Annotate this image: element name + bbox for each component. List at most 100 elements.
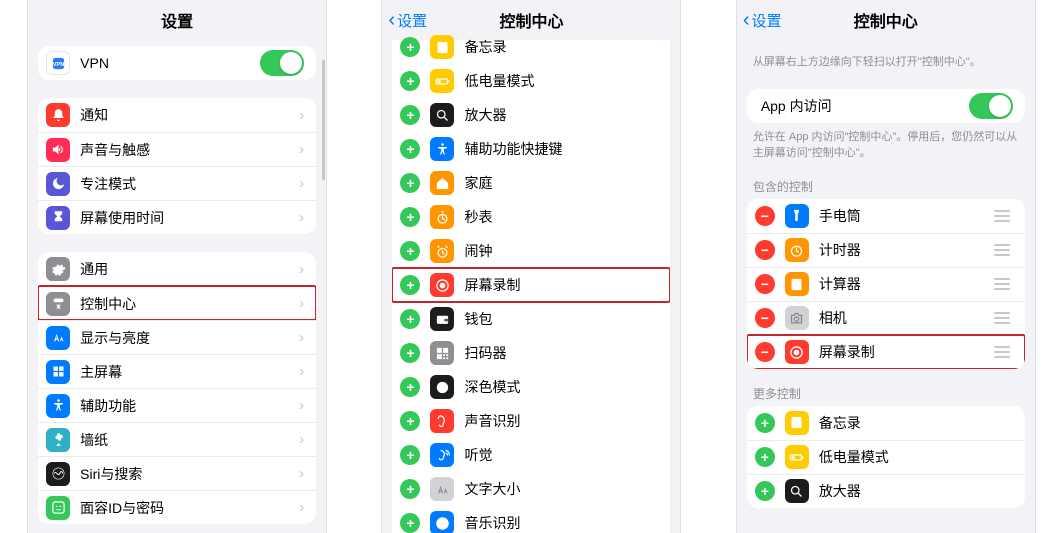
settings-row[interactable]: 声音与触感› (38, 132, 316, 166)
row-label: 放大器 (819, 481, 1013, 501)
timer-icon (785, 238, 809, 262)
reorder-handle[interactable] (991, 346, 1013, 358)
add-control-row: +放大器 (392, 98, 670, 132)
reorder-handle[interactable] (991, 210, 1013, 222)
add-button[interactable]: + (400, 173, 420, 193)
settings-row[interactable]: Siri与搜索› (38, 456, 316, 490)
chevron-right-icon: › (299, 363, 304, 380)
settings-row[interactable]: 通用› (38, 252, 316, 286)
add-button[interactable]: + (400, 343, 420, 363)
add-button[interactable]: + (400, 105, 420, 125)
add-control-row: + 扫码器 (392, 336, 670, 370)
vpn-icon (46, 51, 70, 75)
calc-icon (785, 272, 809, 296)
scroll-indicator[interactable] (322, 60, 325, 180)
hearing-icon (430, 443, 454, 467)
row-label: 控制中心 (80, 294, 299, 314)
add-button[interactable]: + (400, 513, 420, 533)
add-button[interactable]: + (400, 377, 420, 397)
row-label: 文字大小 (464, 479, 658, 499)
add-control-row: +深色模式 (392, 370, 670, 404)
add-button[interactable]: + (400, 309, 420, 329)
settings-row[interactable]: 辅助功能› (38, 388, 316, 422)
row-label: 通知 (80, 105, 299, 125)
row-label: 家庭 (464, 173, 658, 193)
row-label: 手电筒 (819, 206, 991, 226)
sound-icon (46, 138, 70, 162)
settings-row[interactable]: 主屏幕› (38, 354, 316, 388)
row-label: Siri与搜索 (80, 464, 299, 484)
add-button[interactable]: + (400, 479, 420, 499)
add-control-row: +钱包 (392, 302, 670, 336)
row-label: 辅助功能 (80, 396, 299, 416)
settings-row[interactable]: 墙纸› (38, 422, 316, 456)
add-control-row: + 家庭 (392, 166, 670, 200)
reorder-handle[interactable] (991, 244, 1013, 256)
shazam-icon (430, 511, 454, 533)
control-center-manage-screen: ‹ 设置 控制中心 从屏幕右上方边缘向下轻扫以打开"控制中心"。 App 内访问… (736, 0, 1036, 533)
row-label: 屏幕录制 (819, 342, 991, 362)
row-label: 屏幕录制 (464, 275, 658, 295)
add-button[interactable]: + (755, 481, 775, 501)
row-app-access[interactable]: App 内访问 (747, 89, 1025, 123)
app-access-toggle[interactable] (969, 93, 1013, 119)
row-label: 主屏幕 (80, 362, 299, 382)
settings-row[interactable]: 面容ID与密码› (38, 490, 316, 524)
add-control-row: +声音识别 (392, 404, 670, 438)
reorder-handle[interactable] (991, 312, 1013, 324)
section-included: 包含的控制 (753, 178, 1019, 195)
remove-button[interactable]: − (755, 342, 775, 362)
add-control-row: +音乐识别 (392, 506, 670, 533)
row-label: 扫码器 (464, 343, 658, 363)
settings-row[interactable]: 控制中心› (38, 286, 316, 320)
add-control-row: + 放大器 (747, 474, 1025, 508)
add-control-row: + 辅助功能快捷键 (392, 132, 670, 166)
row-label: 墙纸 (80, 430, 299, 450)
add-button[interactable]: + (755, 447, 775, 467)
zoom-icon (785, 479, 809, 503)
add-button[interactable]: + (400, 275, 420, 295)
row-label: VPN (80, 55, 260, 71)
add-control-row: + 屏幕录制 (392, 268, 670, 302)
back-button[interactable]: ‹ 设置 (743, 0, 782, 40)
chevron-right-icon: › (299, 295, 304, 312)
record-icon (785, 340, 809, 364)
included-control-row: − 屏幕录制 (747, 335, 1025, 369)
tip-text: 从屏幕右上方边缘向下轻扫以打开"控制中心"。 (753, 54, 1019, 71)
add-button[interactable]: + (400, 445, 420, 465)
row-label: 声音与触感 (80, 140, 299, 160)
settings-row[interactable]: 专注模式› (38, 166, 316, 200)
add-button[interactable]: + (400, 71, 420, 91)
add-button[interactable]: + (400, 139, 420, 159)
add-button[interactable]: + (400, 37, 420, 57)
settings-row[interactable]: 通知› (38, 98, 316, 132)
chevron-right-icon: › (299, 261, 304, 278)
add-control-row: +低电量模式 (392, 64, 670, 98)
aa-icon (430, 477, 454, 501)
add-control-row: +闹钟 (392, 234, 670, 268)
remove-button[interactable]: − (755, 240, 775, 260)
nav-title: 设置 (161, 8, 193, 32)
add-button[interactable]: + (400, 411, 420, 431)
add-button[interactable]: + (400, 207, 420, 227)
remove-button[interactable]: − (755, 206, 775, 226)
add-button[interactable]: + (755, 413, 775, 433)
back-label: 设置 (397, 10, 427, 31)
remove-button[interactable]: − (755, 274, 775, 294)
add-button[interactable]: + (400, 241, 420, 261)
add-control-row: +备忘录 (747, 406, 1025, 440)
remove-button[interactable]: − (755, 308, 775, 328)
row-label: 辅助功能快捷键 (464, 139, 658, 159)
add-control-row: +备忘录 (392, 30, 670, 64)
vpn-toggle[interactable] (260, 50, 304, 76)
settings-row[interactable]: 显示与亮度› (38, 320, 316, 354)
settings-row[interactable]: 屏幕使用时间› (38, 200, 316, 234)
row-label: 计算器 (819, 274, 991, 294)
chevron-right-icon: › (299, 107, 304, 124)
reorder-handle[interactable] (991, 278, 1013, 290)
row-label: 秒表 (464, 207, 658, 227)
row-label: 面容ID与密码 (80, 498, 299, 518)
nav-title: 控制中心 (854, 8, 918, 32)
included-control-row: −相机 (747, 301, 1025, 335)
row-vpn[interactable]: VPN (38, 46, 316, 80)
